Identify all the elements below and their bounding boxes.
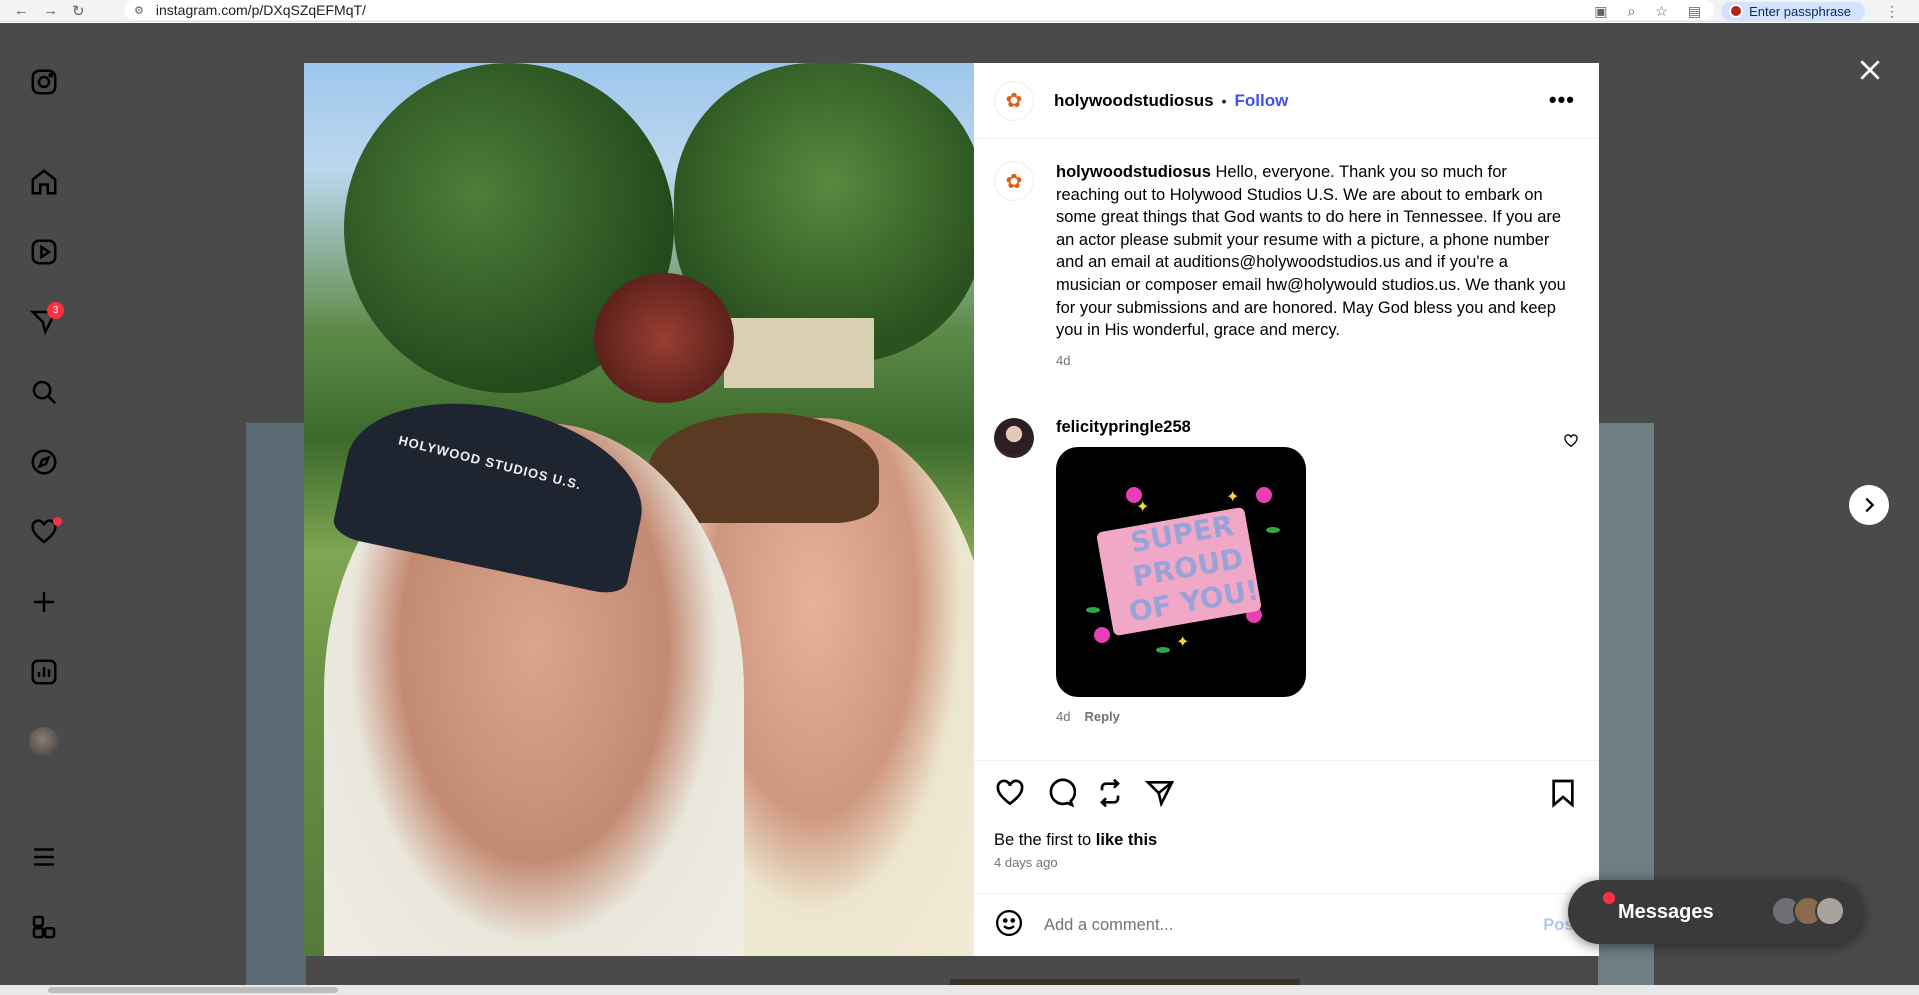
commenter-avatar[interactable] xyxy=(994,418,1034,458)
url-text: instagram.com/p/DXqSZqEFMqT/ xyxy=(155,2,366,18)
star-decoration: ✦ xyxy=(1176,634,1190,651)
messages-badge xyxy=(1603,892,1615,904)
author-username[interactable]: holywoodstudiosus xyxy=(1054,91,1214,111)
instagram-logo-icon[interactable] xyxy=(22,60,66,104)
horizontal-scrollbar[interactable] xyxy=(0,985,1919,995)
more-options-icon[interactable]: ••• xyxy=(1549,87,1575,113)
post-header: ✿ holywoodstudiosus • Follow ••• xyxy=(974,63,1599,139)
avatar xyxy=(1815,896,1845,926)
leaf-decoration xyxy=(1266,527,1280,533)
post-modal: HOLYWOOD STUDIOS U.S. ✿ holywoodstudiosu… xyxy=(304,63,1599,956)
repost-icon xyxy=(1100,778,1120,808)
post-photo[interactable]: HOLYWOOD STUDIOS U.S. xyxy=(304,63,974,956)
home-icon[interactable] xyxy=(22,160,66,204)
avatar xyxy=(29,727,59,757)
post-caption: ✿ holywoodstudiosus Hello, everyone. Tha… xyxy=(994,161,1574,372)
star-decoration: ✦ xyxy=(1136,499,1150,516)
browser-menu-icon[interactable]: ⋮ xyxy=(1885,3,1899,20)
explore-icon[interactable] xyxy=(22,440,66,484)
follow-button[interactable]: Follow xyxy=(1235,91,1289,111)
comment-sticker: ✦ ✦ ✦ SUPER PROUD OF YOU! xyxy=(1056,447,1306,697)
comment-input[interactable] xyxy=(1044,916,1524,935)
likes-prefix: Be the first to xyxy=(994,831,1096,849)
notifications-dot xyxy=(53,517,62,526)
post-date: 4 days ago xyxy=(994,855,1058,870)
emoji-icon xyxy=(996,910,1022,936)
flower-decoration xyxy=(1256,487,1272,503)
site-info-icon[interactable]: ⚙ xyxy=(134,4,144,17)
photo-house xyxy=(724,318,874,388)
comment-like-button[interactable] xyxy=(1563,433,1579,454)
chevron-right-icon xyxy=(1865,497,1875,513)
bookmark-icon xyxy=(1552,779,1574,808)
comment-meta: 4d Reply xyxy=(1056,709,1306,724)
star-decoration: ✦ xyxy=(1226,489,1240,506)
direct-icon[interactable]: 3 xyxy=(22,300,66,344)
direct-badge: 3 xyxy=(47,302,64,319)
comment-body: felicitypringle258 ✦ ✦ ✦ SUPER PROUD OF … xyxy=(1056,418,1306,724)
post-sidebar: ✿ holywoodstudiosus • Follow ••• ✿ holyw… xyxy=(974,63,1599,956)
photo-red-tree xyxy=(594,273,734,403)
share-icon xyxy=(1144,781,1175,808)
messages-button[interactable]: Messages xyxy=(1568,880,1863,944)
profile-avatar[interactable] xyxy=(22,720,66,764)
menu-icon[interactable] xyxy=(22,835,66,879)
save-button[interactable] xyxy=(1547,777,1579,814)
notifications-icon[interactable] xyxy=(22,510,66,554)
address-bar[interactable]: ⚙ instagram.com/p/DXqSZqEFMqT/ xyxy=(124,0,1714,20)
author-avatar[interactable]: ✿ xyxy=(994,161,1034,201)
comment-button[interactable] xyxy=(1044,777,1077,814)
close-button[interactable] xyxy=(1852,52,1888,88)
like-button[interactable] xyxy=(994,777,1026,814)
like-this-link[interactable]: like this xyxy=(1096,831,1157,849)
scrollbar-thumb[interactable] xyxy=(48,987,338,993)
share-button[interactable] xyxy=(1144,777,1176,814)
author-avatar[interactable]: ✿ xyxy=(994,80,1034,121)
bookmark-star-icon[interactable]: ☆ xyxy=(1655,3,1668,20)
reload-icon[interactable]: ↻ xyxy=(72,2,85,20)
emoji-button[interactable] xyxy=(994,908,1024,943)
search-icon[interactable] xyxy=(22,370,66,414)
browser-actions: ▣ ⌕ ☆ ▤ Enter passphrase ⋮ xyxy=(1594,0,1899,22)
comment-composer: Post xyxy=(974,893,1599,957)
browser-nav: ← → ↻ xyxy=(0,2,118,20)
comment-icon xyxy=(1049,778,1077,808)
leaf-decoration xyxy=(1156,647,1170,653)
post-actions: Be the first to like this 4 days ago Pos… xyxy=(974,760,1599,956)
leaf-decoration xyxy=(1086,607,1100,613)
comment-time: 4d xyxy=(1056,709,1071,724)
more-apps-icon[interactable] xyxy=(22,905,66,949)
create-icon[interactable] xyxy=(22,580,66,624)
next-post-button[interactable] xyxy=(1849,485,1889,525)
repost-button[interactable] xyxy=(1094,777,1126,814)
reply-button[interactable]: Reply xyxy=(1084,709,1119,724)
action-buttons xyxy=(994,777,1176,814)
forward-arrow-icon[interactable]: → xyxy=(43,2,58,20)
tab-search-icon[interactable]: ▤ xyxy=(1688,3,1701,20)
caption-username[interactable]: holywoodstudiosus xyxy=(1056,163,1211,181)
caption-body: holywoodstudiosus Hello, everyone. Thank… xyxy=(1056,161,1574,372)
background-card-left xyxy=(246,423,306,995)
install-icon[interactable]: ▣ xyxy=(1594,3,1607,20)
heart-icon xyxy=(1564,434,1578,448)
dashboard-icon[interactable] xyxy=(22,650,66,694)
commenter-username[interactable]: felicitypringle258 xyxy=(1056,418,1306,437)
likes-summary: Be the first to like this xyxy=(994,831,1157,850)
zoom-icon[interactable]: ⌕ xyxy=(1627,3,1635,20)
messages-avatars xyxy=(1771,896,1845,926)
heart-icon xyxy=(996,779,1024,806)
profile-icon xyxy=(1729,4,1744,18)
back-arrow-icon[interactable]: ← xyxy=(14,2,29,20)
messages-label: Messages xyxy=(1618,900,1714,923)
reels-icon[interactable] xyxy=(22,230,66,274)
passphrase-button[interactable]: Enter passphrase xyxy=(1721,1,1865,21)
browser-toolbar: ← → ↻ ⚙ instagram.com/p/DXqSZqEFMqT/ ▣ ⌕… xyxy=(0,0,1919,22)
passphrase-label: Enter passphrase xyxy=(1749,3,1851,19)
separator-dot: • xyxy=(1221,92,1227,109)
comment-item: felicitypringle258 ✦ ✦ ✦ SUPER PROUD OF … xyxy=(994,418,1574,724)
flower-decoration xyxy=(1094,627,1110,643)
caption-time: 4d xyxy=(1056,352,1071,368)
caption-text: Hello, everyone. Thank you so much for r… xyxy=(1056,163,1566,340)
close-icon xyxy=(1860,60,1880,80)
